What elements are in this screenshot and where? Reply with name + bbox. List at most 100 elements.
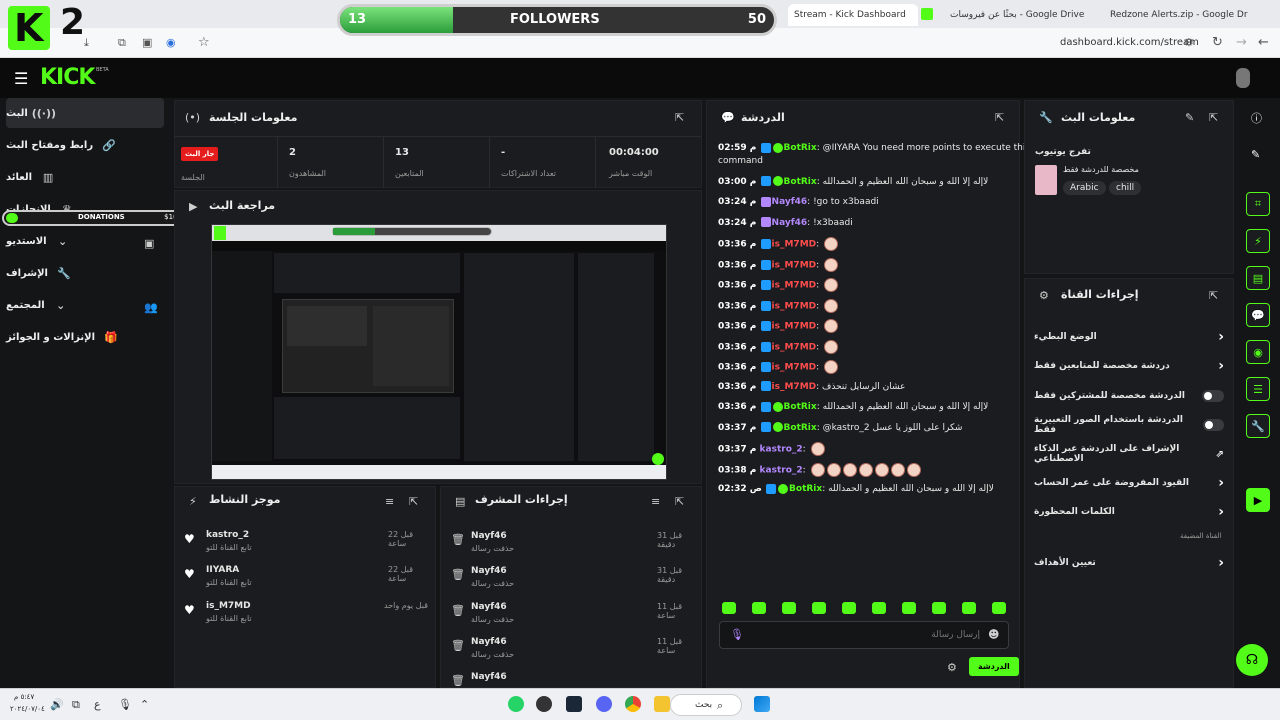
copy-icon[interactable]: ⧉: [72, 698, 80, 712]
emote-quick-1-icon[interactable]: [722, 602, 736, 614]
emote-quick-4-icon[interactable]: [812, 602, 826, 614]
chat-message[interactable]: 03:36 م is_M7MD:: [718, 298, 1008, 314]
whatsapp-icon[interactable]: [508, 696, 524, 712]
chat-username[interactable]: is_M7MD: [772, 342, 817, 352]
list-item[interactable]: 🗑 Nayf46 حذفت رسالة قبل 11 ساعة: [451, 635, 697, 665]
chat-message[interactable]: 03:36 م is_M7MD:: [718, 360, 1008, 375]
popout-icon[interactable]: ⇱: [1209, 111, 1218, 124]
edit-pencil-icon[interactable]: ✎: [1185, 111, 1194, 124]
tool-scan-icon[interactable]: ⌗: [1246, 192, 1270, 216]
chat-username[interactable]: is_M7MD: [772, 382, 817, 392]
chat-username[interactable]: kastro_2: [760, 465, 803, 475]
discord-icon[interactable]: [596, 696, 612, 712]
tab-kick-dashboard[interactable]: Stream - Kick Dashboard: [788, 4, 918, 26]
chat-username[interactable]: BotRix: [784, 402, 817, 412]
chat-message[interactable]: 03:36 م is_M7MD:: [718, 278, 1008, 293]
chat-username[interactable]: is_M7MD: [772, 363, 817, 373]
chat-message[interactable]: 03:00 م BotRix: لاإله إلا الله و سبحان ا…: [718, 176, 1008, 189]
chat-message[interactable]: 03:36 م is_M7MD:: [718, 237, 1008, 252]
download-icon[interactable]: ⤓: [84, 36, 89, 50]
tool-chat-icon[interactable]: 💬: [1246, 303, 1270, 327]
chat-username[interactable]: is_M7MD: [772, 322, 817, 332]
category-thumbnail[interactable]: [1035, 165, 1057, 195]
chat-message[interactable]: 03:36 م is_M7MD:: [718, 257, 1008, 273]
steam-icon[interactable]: [566, 696, 582, 712]
channel-action-account-age[interactable]: القيود المفروضة على عمر الحساب ›: [1034, 475, 1224, 491]
chat-username[interactable]: is_M7MD: [772, 281, 817, 291]
chat-send-button[interactable]: الدردشة: [969, 657, 1019, 676]
tool-layout-icon[interactable]: ☰: [1246, 377, 1270, 401]
subscribers-only-toggle[interactable]: [1202, 390, 1224, 402]
emote-quick-10-icon[interactable]: [992, 602, 1006, 614]
popout-icon[interactable]: ⇱: [995, 111, 1004, 124]
emoji-icon[interactable]: ☻: [988, 628, 999, 641]
chat-message[interactable]: 03:38 م kastro_2:: [718, 462, 1008, 478]
menu-hamburger-icon[interactable]: ☰: [14, 69, 28, 88]
tune-icon[interactable]: ⚙: [1184, 36, 1194, 49]
language-icon[interactable]: ع: [94, 698, 101, 711]
sidebar-item-revenue[interactable]: ▥ العائد: [6, 162, 164, 192]
chat-username[interactable]: kastro_2: [760, 445, 803, 455]
emote-quick-2-icon[interactable]: [752, 602, 766, 614]
avatar[interactable]: [1236, 68, 1250, 88]
tool-clipboard-icon[interactable]: ▤: [1246, 266, 1270, 290]
sidebar-item-moderation[interactable]: 🔧 الإشراف: [6, 258, 164, 288]
file-explorer-icon[interactable]: [654, 696, 670, 712]
filter-icon[interactable]: ≡: [385, 495, 394, 508]
obs-icon[interactable]: [536, 696, 552, 712]
chat-message[interactable]: 03:37 م BotRix: @kastro_2 شكرا على اللوز…: [718, 422, 1008, 435]
chat-message[interactable]: 03:36 م is_M7MD:: [718, 319, 1008, 334]
sidebar-item-stream[interactable]: ((·)) البث: [6, 98, 164, 128]
forward-icon[interactable]: →: [1236, 35, 1247, 50]
sidebar-item-studio[interactable]: ⌄ الاستديو: [6, 226, 164, 256]
chat-username[interactable]: BotRix: [784, 143, 817, 153]
channel-action-subscribers-only[interactable]: الدردشة مخصصة للمشتركين فقط: [1034, 389, 1224, 403]
list-item[interactable]: 🗑 Nayf46 حذفت رسالة قبل 11 ساعة: [451, 600, 697, 630]
windows-start-icon[interactable]: [754, 696, 770, 712]
emote-quick-3-icon[interactable]: [782, 602, 796, 614]
chat-username[interactable]: BotRix: [789, 484, 822, 494]
chat-username[interactable]: BotRix: [784, 423, 817, 433]
edit-pencil-icon[interactable]: ✎: [1251, 148, 1260, 161]
chat-message[interactable]: 02:32 ص BotRix: لاإله إلا الله و سبحان ا…: [718, 483, 1008, 496]
sidebar-item-community[interactable]: ⌄ المجتمع: [6, 290, 164, 320]
mic-icon[interactable]: 🎙: [118, 698, 132, 711]
chat-username[interactable]: Nayf46: [772, 218, 808, 228]
chat-message[interactable]: 02:59 م BotRix: @IIYARA You need more po…: [718, 142, 1030, 155]
chat-message[interactable]: 03:24 م Nayf46: !go to x3baadi: [718, 196, 1008, 209]
back-icon[interactable]: ←: [1258, 35, 1269, 50]
chat-settings-gear-icon[interactable]: ⚙: [947, 661, 957, 674]
chat-username[interactable]: BotRix: [784, 177, 817, 187]
emote-quick-5-icon[interactable]: [842, 602, 856, 614]
popout-icon[interactable]: ⇱: [675, 111, 684, 124]
bookmark-star-icon[interactable]: ☆: [198, 35, 210, 50]
chat-message[interactable]: 03:24 م Nayf46: !x3baadi: [718, 217, 1008, 230]
tool-wrench-icon[interactable]: 🔧: [1246, 414, 1270, 438]
help-chat-icon[interactable]: ☊: [1236, 644, 1268, 676]
tool-video-icon[interactable]: ▶: [1246, 488, 1270, 512]
channel-action-set-goals[interactable]: تعيين الأهداف ›: [1034, 555, 1224, 571]
channel-action-followers-only[interactable]: دردشة مخصصة للمتابعين فقط ›: [1034, 358, 1224, 374]
channel-action-emote-only[interactable]: الدردشة باستخدام الصور التعبيرية فقط: [1034, 415, 1224, 435]
volume-icon[interactable]: 🔊: [50, 698, 64, 711]
screenshot-icon[interactable]: ▣: [142, 36, 152, 49]
channel-action-slow-mode[interactable]: الوضع البطيء ›: [1034, 329, 1224, 345]
chevron-up-icon[interactable]: ⌃: [140, 698, 149, 711]
chat-message[interactable]: 03:36 م BotRix: لاإله إلا الله و سبحان ا…: [718, 401, 1008, 414]
tab-google-drive[interactable]: بحثًا عن فيروسات - Google Drive: [944, 4, 1094, 26]
channel-action-ai-moderation[interactable]: الإشراف على الدردشة عبر الذكاء الاصطناعي…: [1034, 444, 1224, 464]
sidebar-item-drops[interactable]: 🎁 الإنزالات و الجوائز: [6, 322, 164, 352]
list-item[interactable]: 🗑 Nayf46 حذفت رسالة قبل 31 دقيقة: [451, 564, 697, 594]
chat-message[interactable]: 03:37 م kastro_2:: [718, 442, 1008, 457]
tool-broadcast-icon[interactable]: ◉: [1246, 340, 1270, 364]
chat-message[interactable]: 03:36 م is_M7MD: عشان الرسايل تنحذف: [718, 381, 1008, 394]
tool-bolt-icon[interactable]: ⚡: [1246, 229, 1270, 253]
list-item[interactable]: ♥ kastro_2 تابع القناة للتو قبل 22 ساعة: [184, 528, 430, 558]
tab-redzone-alerts[interactable]: Redzone Alerts.zip - Google Dr: [1104, 4, 1254, 26]
emote-quick-6-icon[interactable]: [872, 602, 886, 614]
filter-icon[interactable]: ≡: [651, 495, 660, 508]
audio-icon[interactable]: ◉: [166, 36, 176, 49]
emote-only-toggle[interactable]: [1202, 419, 1224, 431]
sidebar-item-stream-key[interactable]: 🔗 رابط ومفتاح البث: [6, 130, 164, 160]
chat-message[interactable]: 03:36 م is_M7MD:: [718, 339, 1008, 355]
